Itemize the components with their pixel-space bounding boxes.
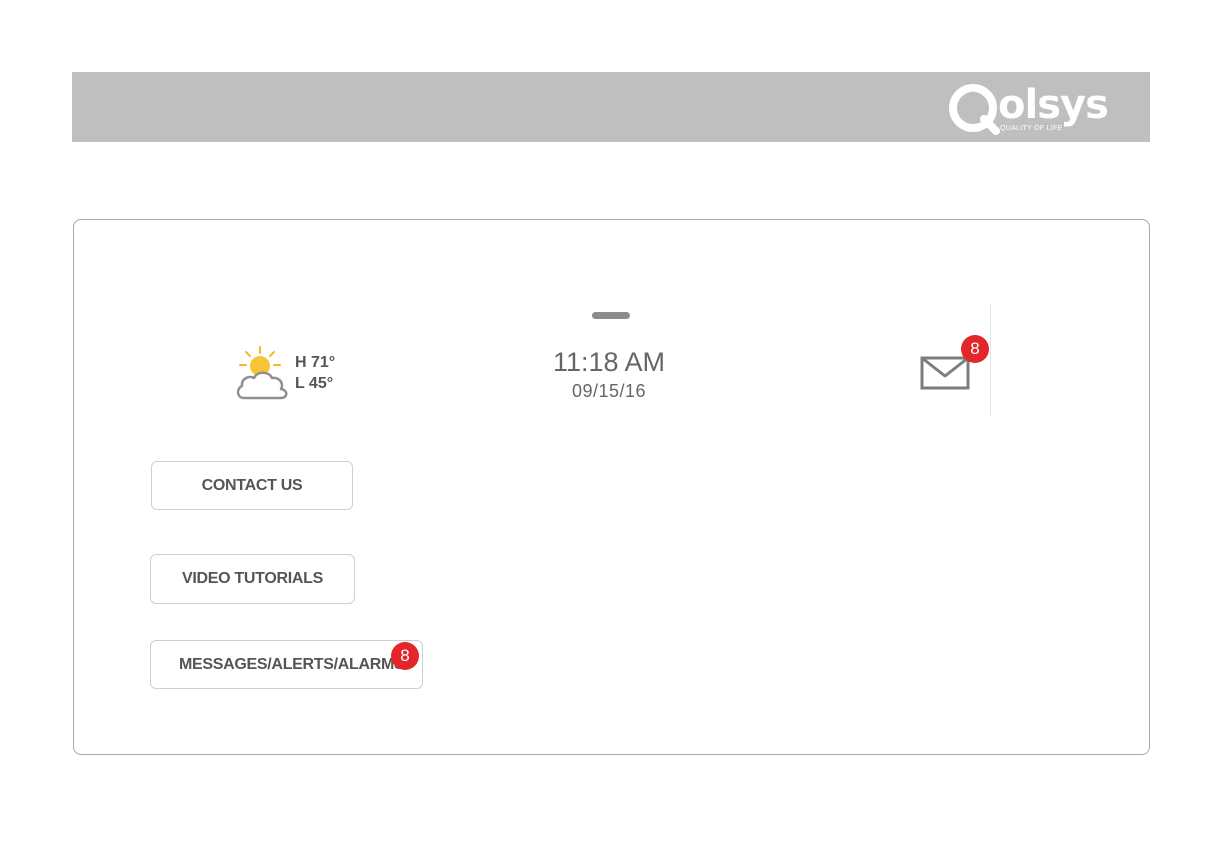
partly-cloudy-icon <box>236 346 288 400</box>
contact-us-button[interactable]: CONTACT US <box>151 461 353 510</box>
logo-tagline: QUALITY OF LIFE <box>1000 125 1063 132</box>
clock-time: 11:18 AM <box>552 347 666 377</box>
logo-q-icon <box>949 84 1000 135</box>
status-divider <box>990 304 991 416</box>
video-tutorials-button[interactable]: VIDEO TUTORIALS <box>150 554 355 604</box>
envelope-icon[interactable] <box>920 356 970 390</box>
home-panel: H 71° L 45° 11:18 AM 09/15/16 8 CONTACT … <box>73 219 1150 755</box>
clock-date: 09/15/16 <box>571 381 647 401</box>
logo-wordmark: olsys <box>998 82 1109 128</box>
weather-low-temp: L 45° <box>295 375 334 392</box>
messages-count-badge: 8 <box>961 335 989 363</box>
qolsys-logo: olsys QUALITY OF LIFE <box>948 81 1130 135</box>
drag-handle[interactable] <box>592 312 630 319</box>
weather-high-temp: H 71° <box>295 354 336 371</box>
messages-button-badge: 8 <box>391 642 419 670</box>
page: olsys QUALITY OF LIFE H 71° L 45° 11:18 … <box>0 0 1224 864</box>
header-bar: olsys QUALITY OF LIFE <box>72 72 1150 142</box>
messages-alerts-alarms-button[interactable]: MESSAGES/ALERTS/ALARMS <box>150 640 423 689</box>
